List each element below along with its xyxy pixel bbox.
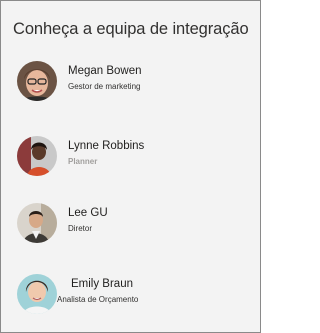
person-role: Diretor	[68, 224, 93, 233]
person-photo-icon	[17, 136, 57, 176]
person-card-lynne[interactable]: Lynne Robbins Planner	[17, 136, 252, 180]
person-role: Gestor de marketing	[68, 82, 141, 91]
avatar[interactable]	[17, 61, 57, 101]
person-role: Planner	[68, 157, 98, 166]
person-photo-icon	[17, 274, 57, 314]
person-role: Analista de Orçamento	[57, 295, 139, 304]
person-photo-icon	[17, 61, 57, 101]
web-part-title: Conheça a equipa de integração	[13, 20, 249, 38]
person-name[interactable]: Megan Bowen	[68, 65, 142, 77]
person-card-lee[interactable]: Lee GU Diretor	[17, 203, 252, 247]
person-photo-icon	[17, 203, 57, 243]
people-web-part: Conheça a equipa de integração Megan Bow…	[0, 0, 261, 333]
person-card-emily[interactable]: Emily Braun Analista de Orçamento	[17, 274, 252, 318]
person-card-megan[interactable]: Megan Bowen Gestor de marketing	[17, 61, 252, 105]
person-name[interactable]: Emily Braun	[71, 278, 133, 290]
avatar[interactable]	[17, 136, 57, 176]
avatar[interactable]	[17, 274, 57, 314]
avatar[interactable]	[17, 203, 57, 243]
person-name[interactable]: Lee GU	[68, 207, 108, 219]
person-name[interactable]: Lynne Robbins	[68, 140, 144, 152]
